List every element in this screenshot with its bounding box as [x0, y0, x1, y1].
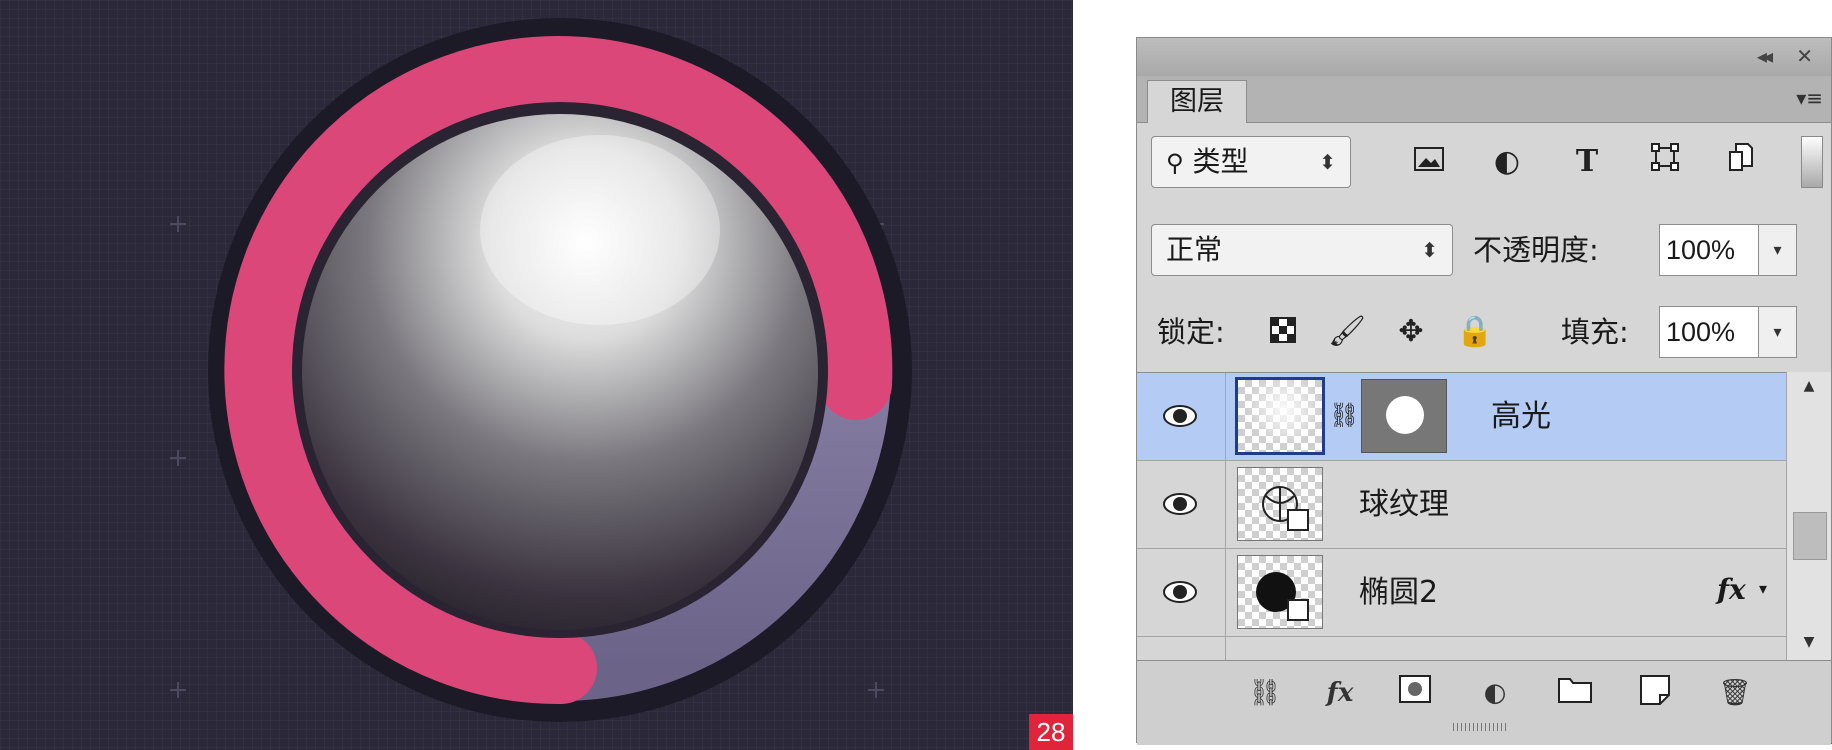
opacity-dropdown-button[interactable]: ▾: [1759, 224, 1797, 276]
close-icon[interactable]: ✕: [1796, 44, 1813, 68]
layer-name: 球纹理: [1359, 487, 1449, 522]
layer-row[interactable]: 球纹理: [1137, 461, 1789, 549]
layer-row[interactable]: ⛓ 高光: [1137, 373, 1789, 461]
layer-mask-thumbnail[interactable]: [1361, 379, 1447, 453]
fill-label: 填充:: [1561, 315, 1629, 349]
shape-filter-icon[interactable]: [1645, 142, 1685, 182]
fill-dropdown-button[interactable]: ▾: [1759, 306, 1797, 358]
layer-name: 椭圆2: [1359, 575, 1439, 610]
lock-all-icon[interactable]: 🔒: [1455, 312, 1495, 352]
tab-layers[interactable]: 图层: [1147, 80, 1247, 123]
expand-effects-icon[interactable]: ▾: [1759, 579, 1767, 598]
new-layer-icon[interactable]: [1635, 675, 1675, 711]
visibility-toggle[interactable]: [1137, 461, 1226, 548]
eye-icon: [1163, 405, 1197, 427]
layer-row[interactable]: [1137, 637, 1789, 661]
smart-object-ball-icon: [1262, 486, 1309, 531]
panel-tab-row: 图层 ▾≡: [1137, 76, 1831, 123]
progress-ring-artwork: [170, 18, 912, 722]
panel-menu-icon[interactable]: ▾≡: [1796, 86, 1823, 110]
image-filter-icon[interactable]: [1409, 142, 1449, 182]
figure-number-badge: 28: [1029, 714, 1073, 750]
lock-position-icon[interactable]: ✥: [1391, 312, 1431, 352]
search-icon: ⚲: [1166, 149, 1184, 177]
artwork-canvas: 28: [0, 0, 1073, 750]
scroll-up-icon[interactable]: ▲: [1787, 378, 1831, 394]
add-mask-icon[interactable]: [1395, 675, 1435, 711]
blend-mode-select[interactable]: 正常 ⬍: [1151, 224, 1453, 276]
sphere-highlight: [480, 135, 720, 325]
fill-input[interactable]: 100%: [1659, 306, 1759, 358]
lock-label: 锁定:: [1157, 315, 1225, 349]
layer-row[interactable]: 椭圆2 fx ▾: [1137, 549, 1789, 637]
layer-thumbnail[interactable]: [1237, 467, 1323, 541]
collapse-icon[interactable]: ◂◂: [1757, 44, 1773, 68]
spinner-icon: ⬍: [1421, 238, 1438, 262]
filter-type-value: 类型: [1192, 145, 1249, 178]
shape-ellipse-icon: [1256, 572, 1309, 621]
blend-row: 正常 ⬍ 不透明度: 100% ▾: [1137, 224, 1831, 288]
scroll-down-icon[interactable]: ▼: [1787, 634, 1831, 650]
link-layers-icon[interactable]: ⛓: [1245, 675, 1285, 711]
panel-titlebar: ◂◂ ✕: [1137, 38, 1831, 77]
type-filter-icon[interactable]: T: [1567, 142, 1607, 182]
layer-thumbnail[interactable]: [1237, 555, 1323, 629]
eye-icon: [1163, 581, 1197, 603]
spinner-icon: ⬍: [1319, 150, 1336, 174]
panel-footer: ⛓ fx ◐ 🗑: [1137, 660, 1831, 745]
filter-toggle-slider[interactable]: [1801, 136, 1823, 188]
filter-row: ⚲ 类型 ⬍ ◐ T: [1137, 136, 1831, 200]
opacity-input[interactable]: 100%: [1659, 224, 1759, 276]
layer-list: ⛓ 高光 球纹理 椭圆2 fx ▾: [1137, 372, 1831, 661]
layer-thumbnail[interactable]: [1235, 377, 1325, 455]
lock-paint-icon[interactable]: 🖌: [1327, 312, 1367, 352]
layer-name: 高光: [1491, 399, 1551, 434]
adjustment-filter-icon[interactable]: ◐: [1487, 142, 1527, 182]
layers-panel: ◂◂ ✕ 图层 ▾≡ ⚲ 类型 ⬍ ◐ T 正常 ⬍ 不透明度: 100% ▾ …: [1136, 37, 1832, 745]
smart-object-filter-icon[interactable]: [1721, 142, 1761, 182]
delete-layer-icon[interactable]: 🗑: [1715, 675, 1755, 711]
layer-style-icon[interactable]: fx: [1315, 675, 1365, 711]
eye-icon: [1163, 493, 1197, 515]
resize-grip[interactable]: [1453, 723, 1509, 731]
visibility-toggle[interactable]: [1137, 373, 1226, 460]
lock-transparency-icon[interactable]: [1263, 314, 1303, 354]
visibility-toggle[interactable]: [1137, 549, 1226, 636]
layers-scrollbar[interactable]: ▲ ▼: [1786, 372, 1831, 660]
adjustment-layer-icon[interactable]: ◐: [1475, 675, 1515, 711]
scroll-thumb[interactable]: [1793, 512, 1827, 560]
blend-mode-value: 正常: [1166, 233, 1223, 266]
new-group-icon[interactable]: [1555, 675, 1595, 711]
layer-fx-icon[interactable]: fx: [1717, 573, 1746, 606]
visibility-toggle[interactable]: [1137, 637, 1226, 661]
opacity-label: 不透明度:: [1473, 233, 1599, 267]
filter-type-select[interactable]: ⚲ 类型 ⬍: [1151, 136, 1351, 188]
mask-link-icon[interactable]: ⛓: [1329, 401, 1359, 429]
lock-row: 锁定: 🖌 ✥ 🔒 填充: 100% ▾: [1137, 306, 1831, 370]
